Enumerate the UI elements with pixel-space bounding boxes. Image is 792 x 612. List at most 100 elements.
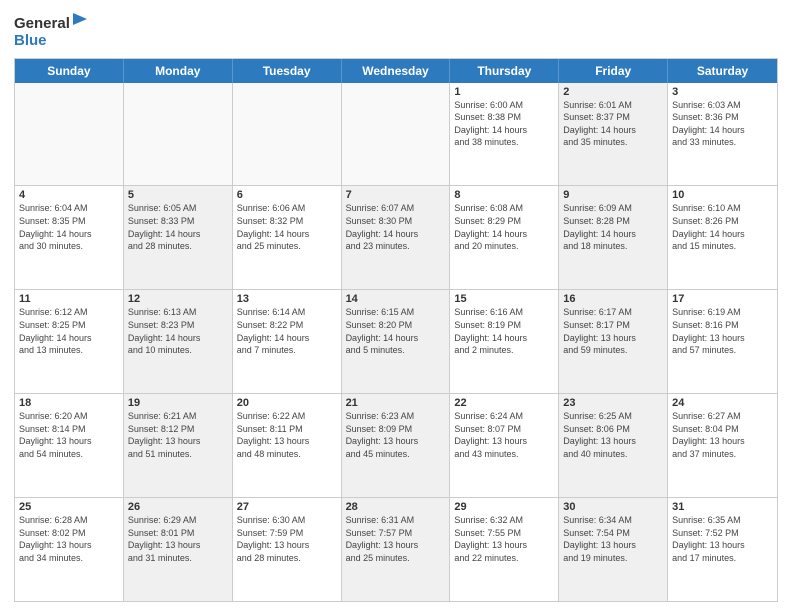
cell-text-line: and 30 minutes. xyxy=(19,240,119,253)
cell-text-line: Sunset: 8:26 PM xyxy=(672,215,773,228)
day-number: 27 xyxy=(237,501,337,513)
cell-text-line: Daylight: 14 hours xyxy=(454,332,554,345)
cell-text-line: Daylight: 14 hours xyxy=(128,228,228,241)
cell-text-line: Sunrise: 6:12 AM xyxy=(19,306,119,319)
cell-text-line: and 38 minutes. xyxy=(454,136,554,149)
cell-text-line: Daylight: 14 hours xyxy=(563,124,663,137)
cell-text-line: Sunset: 7:59 PM xyxy=(237,527,337,540)
cell-text-line: Daylight: 13 hours xyxy=(672,539,773,552)
cell-text-line: Sunset: 8:25 PM xyxy=(19,319,119,332)
cell-text-line: Sunset: 8:23 PM xyxy=(128,319,228,332)
cal-cell-28: 28Sunrise: 6:31 AMSunset: 7:57 PMDayligh… xyxy=(342,498,451,601)
cell-text-line: Daylight: 13 hours xyxy=(128,539,228,552)
cal-cell-6: 6Sunrise: 6:06 AMSunset: 8:32 PMDaylight… xyxy=(233,186,342,289)
cell-text-line: and 15 minutes. xyxy=(672,240,773,253)
cal-cell-5: 5Sunrise: 6:05 AMSunset: 8:33 PMDaylight… xyxy=(124,186,233,289)
cell-text-line: Daylight: 14 hours xyxy=(346,228,446,241)
cell-text-line: Daylight: 14 hours xyxy=(454,124,554,137)
week-row-3: 11Sunrise: 6:12 AMSunset: 8:25 PMDayligh… xyxy=(15,290,777,394)
cell-text-line: and 34 minutes. xyxy=(19,552,119,565)
cell-text-line: Sunrise: 6:03 AM xyxy=(672,99,773,112)
cal-cell-27: 27Sunrise: 6:30 AMSunset: 7:59 PMDayligh… xyxy=(233,498,342,601)
cell-text-line: Sunrise: 6:08 AM xyxy=(454,202,554,215)
cell-text-line: and 37 minutes. xyxy=(672,448,773,461)
cell-text-line: Sunset: 8:14 PM xyxy=(19,423,119,436)
cell-text-line: Sunrise: 6:31 AM xyxy=(346,514,446,527)
cal-cell-20: 20Sunrise: 6:22 AMSunset: 8:11 PMDayligh… xyxy=(233,394,342,497)
cell-text-line: and 51 minutes. xyxy=(128,448,228,461)
cal-cell-12: 12Sunrise: 6:13 AMSunset: 8:23 PMDayligh… xyxy=(124,290,233,393)
day-number: 3 xyxy=(672,86,773,98)
cell-text-line: and 5 minutes. xyxy=(346,344,446,357)
cell-text-line: Daylight: 13 hours xyxy=(563,539,663,552)
day-number: 13 xyxy=(237,293,337,305)
day-header-monday: Monday xyxy=(124,59,233,83)
cell-text-line: Sunset: 8:28 PM xyxy=(563,215,663,228)
day-number: 25 xyxy=(19,501,119,513)
cell-text-line: Sunrise: 6:28 AM xyxy=(19,514,119,527)
cell-text-line: Daylight: 13 hours xyxy=(563,435,663,448)
cal-cell-empty-2 xyxy=(233,83,342,186)
cal-cell-21: 21Sunrise: 6:23 AMSunset: 8:09 PMDayligh… xyxy=(342,394,451,497)
cal-cell-22: 22Sunrise: 6:24 AMSunset: 8:07 PMDayligh… xyxy=(450,394,559,497)
cell-text-line: Sunrise: 6:13 AM xyxy=(128,306,228,319)
cell-text-line: Sunrise: 6:10 AM xyxy=(672,202,773,215)
cal-cell-30: 30Sunrise: 6:34 AMSunset: 7:54 PMDayligh… xyxy=(559,498,668,601)
cell-text-line: Sunset: 8:06 PM xyxy=(563,423,663,436)
day-header-wednesday: Wednesday xyxy=(342,59,451,83)
cell-text-line: Sunrise: 6:04 AM xyxy=(19,202,119,215)
calendar: SundayMondayTuesdayWednesdayThursdayFrid… xyxy=(14,58,778,603)
cal-cell-1: 1Sunrise: 6:00 AMSunset: 8:38 PMDaylight… xyxy=(450,83,559,186)
cal-cell-8: 8Sunrise: 6:08 AMSunset: 8:29 PMDaylight… xyxy=(450,186,559,289)
cell-text-line: Daylight: 14 hours xyxy=(454,228,554,241)
cell-text-line: Daylight: 13 hours xyxy=(237,539,337,552)
cal-cell-15: 15Sunrise: 6:16 AMSunset: 8:19 PMDayligh… xyxy=(450,290,559,393)
cal-cell-16: 16Sunrise: 6:17 AMSunset: 8:17 PMDayligh… xyxy=(559,290,668,393)
cell-text-line: Sunset: 8:33 PM xyxy=(128,215,228,228)
cell-text-line: Sunrise: 6:19 AM xyxy=(672,306,773,319)
day-number: 1 xyxy=(454,86,554,98)
cell-text-line: Daylight: 13 hours xyxy=(346,539,446,552)
day-number: 8 xyxy=(454,189,554,201)
cell-text-line: Daylight: 13 hours xyxy=(454,435,554,448)
day-number: 22 xyxy=(454,397,554,409)
cell-text-line: Sunrise: 6:14 AM xyxy=(237,306,337,319)
cell-text-line: Sunset: 8:38 PM xyxy=(454,111,554,124)
cal-cell-23: 23Sunrise: 6:25 AMSunset: 8:06 PMDayligh… xyxy=(559,394,668,497)
day-header-friday: Friday xyxy=(559,59,668,83)
week-row-4: 18Sunrise: 6:20 AMSunset: 8:14 PMDayligh… xyxy=(15,394,777,498)
cal-cell-17: 17Sunrise: 6:19 AMSunset: 8:16 PMDayligh… xyxy=(668,290,777,393)
cell-text-line: and 28 minutes. xyxy=(128,240,228,253)
day-number: 28 xyxy=(346,501,446,513)
cell-text-line: Sunrise: 6:09 AM xyxy=(563,202,663,215)
cal-cell-18: 18Sunrise: 6:20 AMSunset: 8:14 PMDayligh… xyxy=(15,394,124,497)
day-header-tuesday: Tuesday xyxy=(233,59,342,83)
day-number: 15 xyxy=(454,293,554,305)
cell-text-line: Sunset: 8:12 PM xyxy=(128,423,228,436)
day-number: 30 xyxy=(563,501,663,513)
cal-cell-13: 13Sunrise: 6:14 AMSunset: 8:22 PMDayligh… xyxy=(233,290,342,393)
cell-text-line: Daylight: 13 hours xyxy=(19,435,119,448)
cal-cell-2: 2Sunrise: 6:01 AMSunset: 8:37 PMDaylight… xyxy=(559,83,668,186)
cell-text-line: and 22 minutes. xyxy=(454,552,554,565)
cell-text-line: and 23 minutes. xyxy=(346,240,446,253)
cell-text-line: and 18 minutes. xyxy=(563,240,663,253)
cell-text-line: Sunset: 8:16 PM xyxy=(672,319,773,332)
cell-text-line: Sunset: 8:22 PM xyxy=(237,319,337,332)
cal-cell-25: 25Sunrise: 6:28 AMSunset: 8:02 PMDayligh… xyxy=(15,498,124,601)
day-header-sunday: Sunday xyxy=(15,59,124,83)
day-number: 7 xyxy=(346,189,446,201)
cell-text-line: Sunrise: 6:23 AM xyxy=(346,410,446,423)
cell-text-line: and 33 minutes. xyxy=(672,136,773,149)
cell-text-line: Daylight: 13 hours xyxy=(563,332,663,345)
cell-text-line: Sunset: 8:07 PM xyxy=(454,423,554,436)
logo-general: General xyxy=(14,10,87,32)
cell-text-line: and 17 minutes. xyxy=(672,552,773,565)
day-number: 12 xyxy=(128,293,228,305)
cell-text-line: Sunset: 8:19 PM xyxy=(454,319,554,332)
cell-text-line: Daylight: 14 hours xyxy=(563,228,663,241)
cell-text-line: Daylight: 14 hours xyxy=(237,228,337,241)
day-number: 26 xyxy=(128,501,228,513)
cell-text-line: Sunrise: 6:21 AM xyxy=(128,410,228,423)
day-number: 4 xyxy=(19,189,119,201)
